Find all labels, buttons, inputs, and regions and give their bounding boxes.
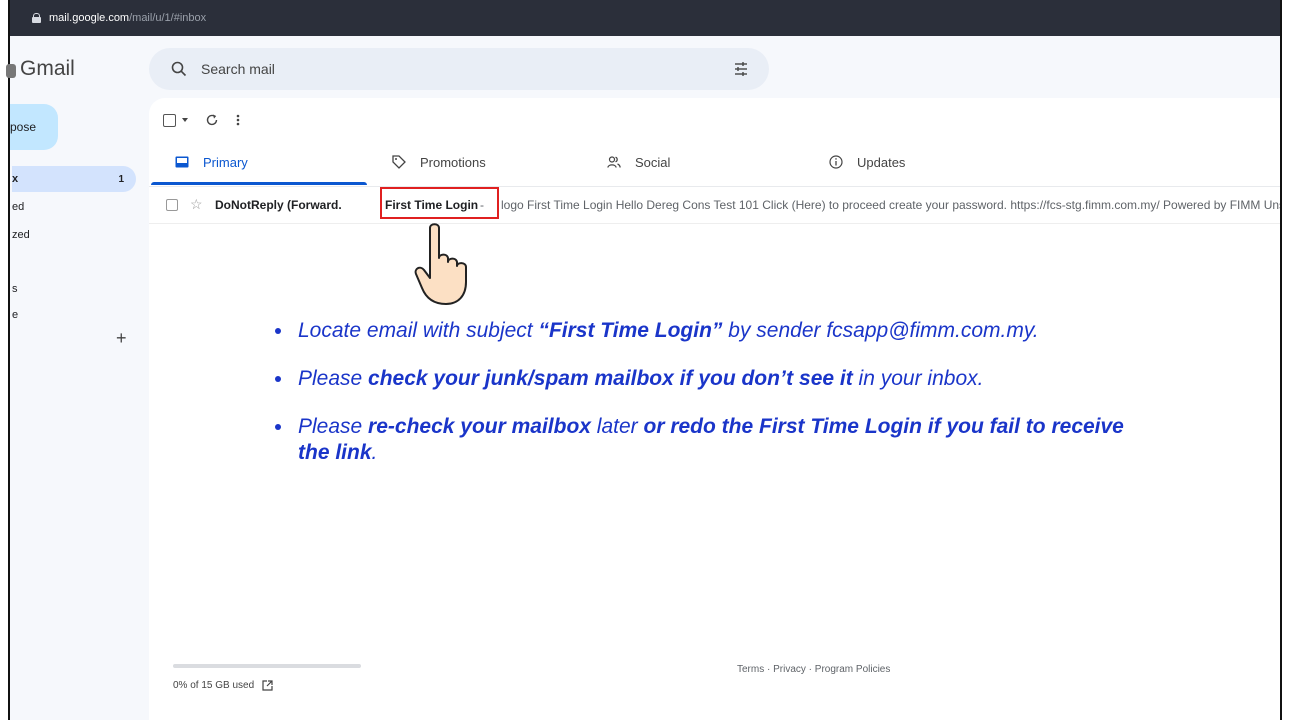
sidebar-item-inbox[interactable]: x 1	[12, 166, 136, 192]
compose-label: pose	[10, 120, 37, 134]
instruction-text: check your junk/spam mailbox if you don’…	[368, 367, 853, 390]
instruction-item: Locate email with subject “First Time Lo…	[294, 318, 1152, 344]
email-row[interactable]: ☆ DoNotReply (Forward. First Time Login …	[149, 187, 1280, 224]
sidebar-item-snoozed[interactable]: zed	[12, 222, 30, 248]
tag-icon	[392, 155, 406, 169]
instruction-text: Please	[298, 415, 369, 438]
instruction-item: Please check your junk/spam mailbox if y…	[294, 366, 1152, 392]
instruction-text: later	[590, 415, 644, 438]
subject-highlight-box	[380, 187, 499, 219]
instruction-text: by sender fcsapp@fimm.com.my.	[722, 319, 1039, 342]
url-domain: mail.google.com	[49, 12, 130, 24]
sidebar-item-drafts[interactable]: s	[12, 276, 18, 302]
active-tab-indicator	[151, 182, 367, 185]
sidebar-item-label: zed	[12, 229, 30, 241]
email-snippet: logo First Time Login Hello Dereg Cons T…	[501, 198, 1280, 212]
pointing-hand-icon	[414, 223, 467, 305]
tab-label: Promotions	[420, 154, 486, 170]
browser-url-bar[interactable]: mail.google.com /mail/u/1/#inbox	[10, 0, 1280, 36]
instruction-list: Locate email with subject “First Time Lo…	[272, 318, 1152, 466]
sidebar-item-label: ed	[12, 201, 25, 213]
instruction-text: Please	[298, 367, 369, 390]
storage-text: 0% of 15 GB used	[173, 680, 255, 691]
url-path: /mail/u/1/#inbox	[129, 12, 207, 24]
dropdown-caret-icon	[182, 118, 188, 122]
search-input[interactable]: Search mail	[201, 61, 275, 77]
instruction-item: Please re-check your mailbox later or re…	[294, 414, 1152, 466]
gmail-header: Gmail Search mail	[6, 40, 1280, 100]
email-sender: DoNotReply (Forward.	[215, 198, 342, 212]
more-options-icon[interactable]	[235, 113, 241, 127]
checkbox-icon	[163, 113, 176, 127]
sidebar-item-more[interactable]: e	[12, 302, 18, 328]
footer-links[interactable]: Terms · Privacy · Program Policies	[737, 664, 890, 675]
gmail-logo-icon	[6, 64, 16, 78]
tab-social[interactable]: Social	[607, 138, 670, 186]
category-tabs: Primary Promotions Social Updates	[149, 138, 1280, 187]
instruction-text: .	[371, 441, 378, 464]
search-icon	[171, 61, 187, 77]
instruction-text: “First Time Login”	[538, 319, 723, 342]
instruction-text: re-check your mailbox	[368, 415, 591, 438]
storage-usage-bar	[173, 664, 361, 668]
inbox-icon	[175, 156, 189, 168]
sidebar-item-starred[interactable]: ed	[12, 194, 24, 220]
compose-button[interactable]: pose	[10, 104, 58, 150]
sidebar-item-label: e	[12, 309, 19, 321]
screen-frame: mail.google.com /mail/u/1/#inbox Gmail S…	[6, 0, 1282, 720]
tab-promotions[interactable]: Promotions	[392, 138, 486, 186]
app-name: Gmail	[20, 57, 75, 80]
people-icon	[607, 156, 621, 168]
list-toolbar	[163, 108, 241, 132]
star-icon[interactable]: ☆	[190, 196, 203, 213]
lock-icon	[32, 13, 41, 23]
instruction-notes: Locate email with subject “First Time Lo…	[272, 318, 1152, 488]
select-all-checkbox[interactable]	[163, 113, 189, 127]
sidebar: pose x 1 ed zed s e +	[10, 100, 147, 720]
open-external-icon[interactable]	[262, 680, 273, 691]
info-icon	[829, 155, 843, 169]
sidebar-item-label: x	[12, 173, 19, 185]
sidebar-item-label: s	[12, 283, 18, 295]
inbox-unread-count: 1	[118, 173, 124, 185]
tab-label: Updates	[857, 154, 906, 170]
tab-label: Primary	[203, 154, 248, 170]
search-bar[interactable]: Search mail	[149, 48, 769, 90]
tab-label: Social	[635, 154, 671, 170]
refresh-icon[interactable]	[205, 113, 219, 127]
add-label-icon[interactable]: +	[116, 328, 127, 349]
tab-updates[interactable]: Updates	[829, 138, 905, 186]
instruction-text: in your inbox.	[852, 367, 984, 390]
search-options-icon[interactable]	[733, 61, 749, 77]
instruction-text: Locate email with subject	[298, 319, 539, 342]
storage-info: 0% of 15 GB used	[173, 680, 273, 691]
row-checkbox[interactable]	[166, 199, 178, 211]
tab-primary[interactable]: Primary	[175, 138, 248, 186]
